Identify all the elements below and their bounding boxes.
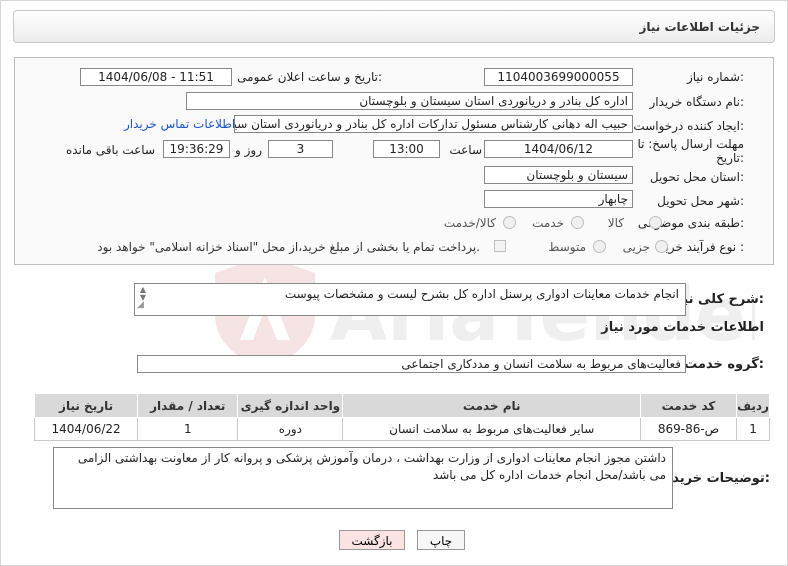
print-button[interactable]: چاپ [417, 530, 465, 550]
buyer-org-label: نام دستگاه خریدار: [649, 95, 745, 109]
category-radio-service[interactable] [571, 216, 584, 229]
buyer-org-field: اداره کل بنادر و دریانوردی استان سیستان … [186, 92, 633, 110]
province-label: استان محل تحویل: [649, 170, 744, 184]
city-field: چابهار [484, 190, 633, 208]
requester-label: ایجاد کننده درخواست: [633, 119, 744, 133]
days-label: روز و [235, 143, 262, 157]
days-remaining-field: 3 [268, 140, 333, 158]
category-radio-goods[interactable] [649, 216, 662, 229]
service-group-field: فعالیت‌های مربوط به سلامت انسان و مددکار… [137, 355, 686, 373]
deadline-time-field: 13:00 [373, 140, 440, 158]
treasury-payment-note: پرداخت تمام یا بخشی از مبلغ خرید،از محل … [97, 240, 480, 254]
summary-text: انجام خدمات معاینات ادواری پرسنل اداره ک… [284, 287, 679, 301]
buyer-notes-label: توضیحات خریدار: [660, 471, 770, 486]
cell-unit: دوره [237, 417, 344, 441]
buyer-contact-link[interactable]: اطلاعات تماس خریدار [124, 117, 235, 131]
services-section-title: اطلاعات خدمات مورد نیاز [601, 320, 764, 335]
table-row: 1 ص-86-869 سایر فعالیت‌های مربوط به سلام… [33, 417, 770, 441]
resize-grip-icon[interactable]: ◢ [137, 297, 144, 314]
cell-service-code: ص-86-869 [639, 417, 738, 441]
table-header-row: ردیف کد خدمت نام خدمت واحد اندازه گیری ت… [33, 393, 770, 418]
announce-label: تاریخ و ساعت اعلان عمومی: [237, 70, 382, 84]
cell-row-number: 1 [736, 417, 770, 441]
category-option-service: خدمت [532, 216, 564, 230]
deadline-date-field: 1404/06/12 [484, 140, 633, 158]
cell-need-date: 1404/06/22 [33, 417, 139, 441]
remaining-time-field: 19:36:29 [163, 140, 230, 158]
services-table: ردیف کد خدمت نام خدمت واحد اندازه گیری ت… [33, 393, 770, 441]
treasury-payment-checkbox[interactable] [494, 240, 506, 252]
process-radio-medium[interactable] [593, 240, 606, 253]
col-header-name: نام خدمت [342, 393, 641, 418]
process-label: نوع فرآیند خرید : [659, 240, 744, 254]
deadline-label-date: تاریخ: [716, 151, 744, 165]
info-box [14, 57, 774, 265]
back-button[interactable]: بازگشت [339, 530, 405, 550]
city-label: شهر محل تحویل: [657, 194, 744, 208]
category-option-goods: کالا [607, 216, 624, 230]
category-radio-goods-service[interactable] [503, 216, 516, 229]
remaining-time-label: ساعت باقی مانده [65, 143, 155, 157]
need-number-label: شماره نیاز: [686, 70, 744, 84]
need-number-field: 1104003699000055 [484, 68, 633, 86]
process-option-minor: جزیی [622, 240, 650, 254]
deadline-time-label: ساعت [449, 143, 482, 157]
service-group-label: گروه خدمت: [684, 357, 764, 372]
requester-field: حبیب اله دهانی کارشناس مسئول تدارکات ادا… [234, 115, 633, 133]
summary-textarea[interactable]: انجام خدمات معاینات ادواری پرسنل اداره ک… [134, 283, 686, 316]
col-header-unit: واحد اندازه گیری [237, 393, 344, 418]
col-header-qty: تعداد / مقدار [137, 393, 239, 418]
cell-service-name: سایر فعالیت‌های مربوط به سلامت انسان [342, 417, 641, 441]
announce-field: 1404/06/08 - 11:51 [80, 68, 232, 86]
province-field: سیستان و بلوچستان [484, 166, 633, 184]
process-option-medium: متوسط [548, 240, 586, 254]
panel-title: جزئیات اطلاعات نیاز [639, 20, 760, 34]
buyer-notes-textarea[interactable]: داشتن مجوز انجام معاینات ادواری از وزارت… [53, 447, 673, 509]
cell-quantity: 1 [137, 417, 239, 441]
buyer-notes-text: داشتن مجوز انجام معاینات ادواری از وزارت… [77, 451, 666, 482]
deadline-label: مهلت ارسال پاسخ: تا [637, 137, 744, 151]
process-radio-minor[interactable] [655, 240, 668, 253]
col-header-row: ردیف [736, 393, 770, 418]
panel-header: جزئیات اطلاعات نیاز [13, 10, 775, 43]
col-header-code: کد خدمت [639, 393, 738, 418]
col-header-date: تاریخ نیاز [33, 393, 139, 418]
category-option-goods-service: کالا/خدمت [443, 216, 496, 230]
